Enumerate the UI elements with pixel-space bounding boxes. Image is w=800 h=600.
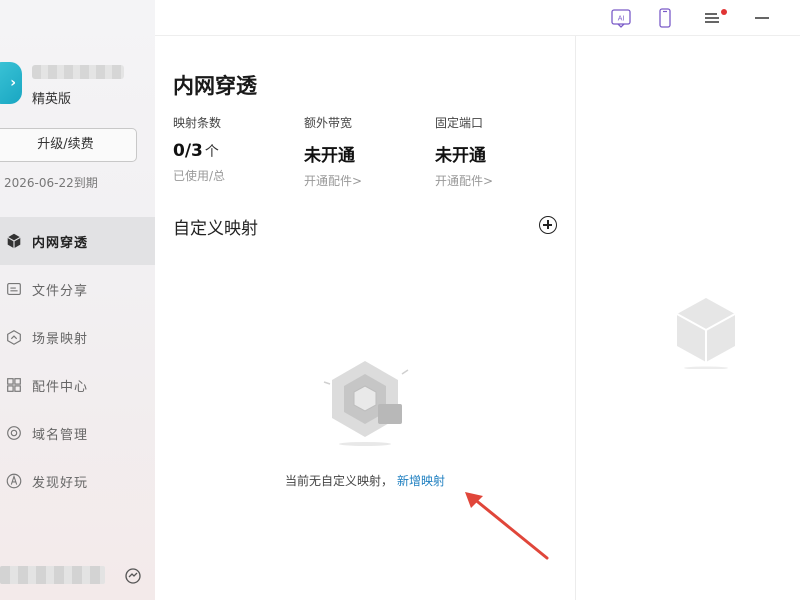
- stat-value: 未开通: [304, 146, 355, 166]
- empty-state-message: 当前无自定义映射，: [284, 474, 393, 488]
- sidebar-item-file-share[interactable]: 文件分享: [0, 265, 155, 313]
- sidebar-item-label: 域名管理: [32, 427, 89, 443]
- sidebar-item-label: 配件中心: [32, 379, 89, 395]
- expire-date: 2026-06-22到期: [4, 176, 98, 190]
- annotation-arrow: [465, 492, 549, 560]
- scene-icon: [4, 327, 24, 347]
- stat-value: 0/3 个: [173, 141, 225, 161]
- add-mapping-link[interactable]: 新增映射: [397, 474, 445, 488]
- notification-dot: [721, 9, 727, 15]
- sidebar-item-accessories[interactable]: 配件中心: [0, 361, 155, 409]
- open-accessory-link[interactable]: 开通配件>: [435, 172, 493, 189]
- compass-icon: [4, 471, 24, 491]
- page-title: 内网穿透: [173, 74, 257, 98]
- stat-mapping-count: 映射条数 0/3 个 已使用/总: [173, 114, 225, 184]
- main-panel: 内网穿透 映射条数 0/3 个 已使用/总 额外带宽 未开通 开通配件> 固定端口…: [155, 36, 575, 600]
- logo-chevron-icon: ›: [10, 75, 16, 91]
- minimize-icon[interactable]: [751, 7, 773, 29]
- svg-text:AI: AI: [618, 16, 625, 23]
- title-bar: AI: [155, 0, 800, 36]
- app-logo: ›: [0, 62, 22, 104]
- sidebar-item-label: 场景映射: [32, 331, 89, 347]
- account-name-blurred: [32, 65, 124, 79]
- sidebar-nav: 内网穿透 文件分享 场景映射 配件中心 域名管理 发现好玩: [0, 217, 155, 505]
- phone-icon[interactable]: [654, 7, 676, 29]
- domain-icon: [4, 423, 24, 443]
- sidebar-item-label: 发现好玩: [32, 475, 89, 491]
- detail-panel: [576, 36, 800, 600]
- add-mapping-button[interactable]: [539, 216, 557, 234]
- cube-placeholder-icon: [676, 298, 736, 369]
- sidebar-item-intranet[interactable]: 内网穿透: [0, 217, 155, 265]
- sidebar-item-scene[interactable]: 场景映射: [0, 313, 155, 361]
- stat-sub: 已使用/总: [173, 169, 226, 183]
- menu-icon[interactable]: [701, 7, 723, 29]
- file-share-icon: [4, 279, 24, 299]
- footer-blurred-info: [0, 566, 105, 584]
- sidebar: › 精英版 升级/续费 2026-06-22到期 内网穿透 文件分享 场景映射: [0, 0, 155, 600]
- stat-extra-bandwidth: 额外带宽 未开通 开通配件>: [304, 114, 362, 189]
- sidebar-item-label: 文件分享: [32, 283, 89, 299]
- stat-label: 固定端口: [435, 116, 484, 130]
- stat-value: 未开通: [435, 146, 486, 166]
- open-accessory-link[interactable]: 开通配件>: [304, 172, 362, 189]
- section-title-custom-mapping: 自定义映射: [173, 219, 258, 239]
- stat-value-number: 0/3: [173, 141, 203, 161]
- speed-icon[interactable]: [124, 567, 142, 585]
- edition-label: 精英版: [32, 92, 72, 107]
- sidebar-item-label: 内网穿透: [32, 235, 89, 251]
- stat-label: 额外带宽: [304, 116, 353, 130]
- grid-icon: [4, 375, 24, 395]
- cube-icon: [4, 231, 24, 251]
- stat-label: 映射条数: [173, 116, 222, 130]
- ai-icon[interactable]: AI: [610, 7, 632, 29]
- stat-unit: 个: [204, 144, 219, 160]
- empty-state-illustration: [323, 361, 409, 446]
- sidebar-item-discover[interactable]: 发现好玩: [0, 457, 155, 505]
- upgrade-button[interactable]: 升级/续费: [0, 128, 137, 162]
- sidebar-item-domain[interactable]: 域名管理: [0, 409, 155, 457]
- stat-fixed-port: 固定端口 未开通 开通配件>: [435, 114, 493, 189]
